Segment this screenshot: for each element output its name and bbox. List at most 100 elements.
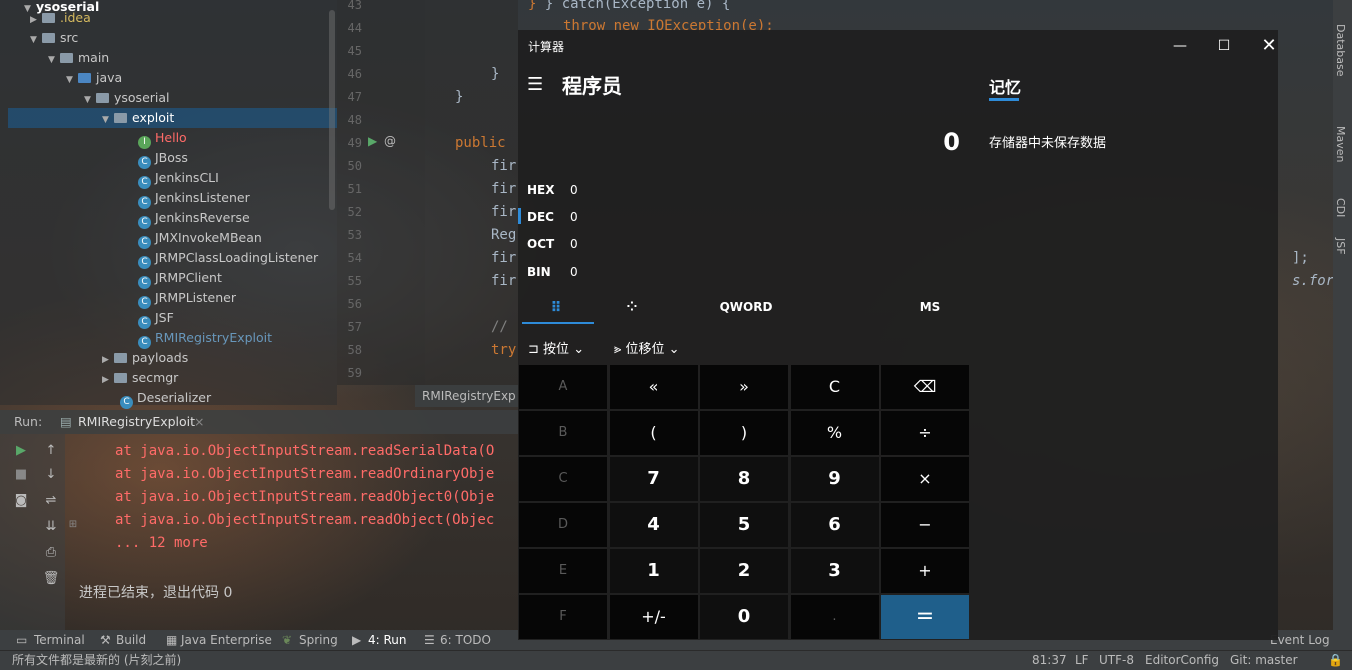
- key-divide[interactable]: ÷: [881, 411, 969, 455]
- tree-item-jrmpclient[interactable]: C JRMPClient: [138, 268, 222, 289]
- scroll-down-icon[interactable]: ↓: [42, 466, 60, 484]
- bitshift-menu[interactable]: ⪢ 位移位 ⌄: [614, 338, 680, 357]
- tree-item-jenkinslistener[interactable]: C JenkinsListener: [138, 188, 250, 209]
- key-8[interactable]: 8: [700, 457, 788, 501]
- database-tool[interactable]: Database: [1334, 24, 1347, 77]
- stop-icon[interactable]: ■: [12, 466, 30, 484]
- key-2[interactable]: 2: [700, 549, 788, 593]
- jsf-tool[interactable]: JSF: [1334, 238, 1347, 255]
- rerun-icon[interactable]: ▶: [12, 442, 30, 460]
- caret-position[interactable]: 81:37: [1032, 651, 1067, 670]
- camera-icon[interactable]: ◙: [12, 492, 30, 510]
- key-add[interactable]: +: [881, 549, 969, 593]
- menu-icon[interactable]: ☰: [527, 74, 543, 95]
- key-0[interactable]: 0: [700, 595, 788, 639]
- terminal-tab[interactable]: Terminal: [34, 630, 85, 650]
- key-b[interactable]: B: [519, 411, 607, 455]
- tree-item-secmgr[interactable]: ▶ secmgr: [102, 368, 178, 388]
- radix-hex-label[interactable]: HEX: [527, 183, 555, 197]
- tree-item-hello[interactable]: I Hello: [138, 128, 187, 149]
- tree-item-exploit[interactable]: ▼ exploit: [102, 108, 174, 128]
- memory-tab[interactable]: 记忆: [989, 74, 1021, 98]
- key-multiply[interactable]: ×: [881, 457, 969, 501]
- bitwise-menu[interactable]: ⊐ 按位 ⌄: [528, 338, 584, 357]
- maven-tool[interactable]: Maven: [1334, 126, 1347, 162]
- tree-scrollbar[interactable]: [329, 10, 335, 210]
- tree-item-java[interactable]: ▼ java: [66, 68, 122, 88]
- git-branch[interactable]: Git: master: [1230, 651, 1298, 670]
- key-modulo[interactable]: %: [790, 411, 879, 455]
- key-f[interactable]: F: [519, 595, 607, 639]
- print-icon[interactable]: ⎙: [42, 544, 60, 562]
- key-equals[interactable]: =: [881, 595, 969, 639]
- todo-tab[interactable]: 6: TODO: [440, 630, 491, 650]
- key-5[interactable]: 5: [700, 503, 788, 547]
- minimize-icon[interactable]: —: [1170, 36, 1190, 56]
- tree-item-jrmpclassloadinglistener[interactable]: C JRMPClassLoadingListener: [138, 248, 318, 269]
- key-decimal[interactable]: .: [790, 595, 879, 639]
- key-open-paren[interactable]: (: [609, 411, 698, 455]
- radix-dec-label[interactable]: DEC: [527, 210, 554, 224]
- key-close-paren[interactable]: ): [700, 411, 788, 455]
- tree-item-src[interactable]: ▼ src: [30, 28, 78, 48]
- spring-icon: ❦: [282, 633, 293, 647]
- java-enterprise-tab[interactable]: Java Enterprise: [181, 630, 272, 650]
- tree-item-jenkinsreverse[interactable]: C JenkinsReverse: [138, 208, 250, 229]
- key-backspace[interactable]: ⌫: [881, 365, 969, 409]
- bit-toggle-keypad-icon[interactable]: ⁘: [618, 300, 646, 315]
- file-encoding[interactable]: UTF-8: [1099, 651, 1134, 670]
- lock-icon[interactable]: 🔒: [1328, 651, 1343, 670]
- key-subtract[interactable]: −: [881, 503, 969, 547]
- line-separator[interactable]: LF: [1075, 651, 1089, 670]
- spring-tab[interactable]: Spring: [299, 630, 338, 650]
- tree-item-jrmplistener[interactable]: C JRMPListener: [138, 288, 236, 309]
- editor-tab[interactable]: RMIRegistryExp: [415, 385, 518, 407]
- editor-config[interactable]: EditorConfig: [1145, 651, 1219, 670]
- tree-item-deserializer[interactable]: C Deserializer: [120, 388, 211, 409]
- tree-item-jsf[interactable]: C JSF: [138, 308, 174, 329]
- event-log-tab[interactable]: Event Log: [1270, 630, 1330, 650]
- key-7[interactable]: 7: [609, 457, 698, 501]
- tree-item-jenkinscli[interactable]: C JenkinsCLI: [138, 168, 219, 189]
- run-tab[interactable]: RMIRegistryExploit: [78, 410, 195, 434]
- tree-item-idea[interactable]: ▶ .idea: [30, 8, 91, 28]
- key-d[interactable]: D: [519, 503, 607, 547]
- key-e[interactable]: E: [519, 549, 607, 593]
- key-negate[interactable]: +/-: [609, 595, 698, 639]
- tree-item-ysoserial[interactable]: ▼ ysoserial: [84, 88, 170, 108]
- tree-item-jmxinvokembean[interactable]: C JMXInvokeMBean: [138, 228, 262, 249]
- tree-item-rmiregistryexploit[interactable]: C RMIRegistryExploit: [138, 328, 272, 349]
- cdi-tool[interactable]: CDI: [1334, 198, 1347, 217]
- expand-icon[interactable]: ⊞: [64, 516, 82, 534]
- close-icon[interactable]: ×: [194, 410, 204, 434]
- key-9[interactable]: 9: [790, 457, 879, 501]
- key-a[interactable]: A: [519, 365, 607, 409]
- trash-icon[interactable]: 🗑: [42, 570, 60, 588]
- key-clear[interactable]: C: [790, 365, 879, 409]
- memory-store-button[interactable]: MS: [910, 300, 950, 314]
- key-4[interactable]: 4: [609, 503, 698, 547]
- tree-item-payloads[interactable]: ▶ payloads: [102, 348, 188, 368]
- run-gutter-icon[interactable]: ▶: [368, 134, 377, 148]
- key-3[interactable]: 3: [790, 549, 879, 593]
- word-size-button[interactable]: QWORD: [704, 300, 788, 314]
- full-keypad-icon[interactable]: ⠿: [540, 300, 572, 316]
- close-icon[interactable]: ✕: [1259, 36, 1279, 56]
- radix-oct-label[interactable]: OCT: [527, 237, 554, 251]
- key-rotate-left[interactable]: «: [609, 365, 698, 409]
- maximize-icon[interactable]: ☐: [1214, 36, 1234, 56]
- build-tab[interactable]: Build: [116, 630, 146, 650]
- code-line-54-tail: ];: [1292, 250, 1309, 266]
- run-tool-tab[interactable]: 4: Run: [368, 630, 407, 650]
- key-rotate-right[interactable]: »: [700, 365, 788, 409]
- scroll-to-end-icon[interactable]: ⇊: [42, 518, 60, 536]
- line-number: 51: [347, 182, 362, 196]
- radix-bin-label[interactable]: BIN: [527, 265, 551, 279]
- tree-item-main[interactable]: ▼ main: [48, 48, 109, 68]
- key-6[interactable]: 6: [790, 503, 879, 547]
- scroll-up-icon[interactable]: ↑: [42, 442, 60, 460]
- key-1[interactable]: 1: [609, 549, 698, 593]
- soft-wrap-icon[interactable]: ⇌: [42, 492, 60, 510]
- tree-item-jboss[interactable]: C JBoss: [138, 148, 188, 169]
- key-c[interactable]: C: [519, 457, 607, 501]
